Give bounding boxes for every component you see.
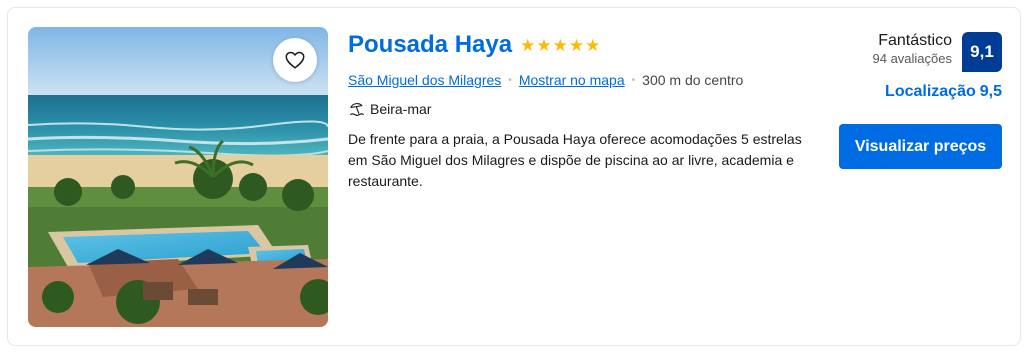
- heart-icon: [285, 51, 305, 69]
- property-photo[interactable]: [28, 27, 328, 327]
- star-icon: ★: [585, 35, 601, 55]
- review-score[interactable]: Fantástico 94 avaliações 9,1: [873, 32, 1002, 72]
- location-row: São Miguel dos Milagres • Mostrar no map…: [348, 72, 818, 88]
- star-icon: ★: [552, 35, 568, 55]
- beachfront-label: Beira-mar: [370, 101, 432, 117]
- see-prices-button[interactable]: Visualizar preços: [839, 124, 1002, 169]
- beach-umbrella-icon: [349, 103, 365, 116]
- review-count: 94 avaliações: [872, 51, 953, 66]
- star-icon: ★: [520, 35, 536, 55]
- property-title-link[interactable]: Pousada Haya: [348, 31, 512, 59]
- review-score-badge: 9,1: [962, 32, 1002, 72]
- distance-from-center: 300 m do centro: [642, 72, 744, 88]
- review-score-text: Fantástico 94 avaliações: [873, 32, 953, 67]
- location-score: Localização 9,5: [885, 83, 1002, 101]
- save-to-favorites-button[interactable]: [273, 38, 317, 82]
- separator-dot: •: [508, 74, 512, 86]
- property-info: Pousada Haya ★ ★ ★ ★ ★ São Miguel dos Mi…: [348, 30, 818, 192]
- location-score-label: Localização: [885, 83, 976, 100]
- star-icon: ★: [536, 35, 552, 55]
- title-row: Pousada Haya ★ ★ ★ ★ ★: [348, 30, 818, 60]
- show-on-map-link[interactable]: Mostrar no mapa: [519, 72, 625, 88]
- review-word: Fantástico: [878, 32, 952, 49]
- city-link[interactable]: São Miguel dos Milagres: [348, 72, 501, 88]
- property-card: Pousada Haya ★ ★ ★ ★ ★ São Miguel dos Mi…: [7, 7, 1021, 346]
- star-rating: ★ ★ ★ ★ ★: [520, 37, 600, 54]
- location-score-value: 9,5: [979, 83, 1002, 100]
- property-description: De frente para a praia, a Pousada Haya o…: [348, 131, 802, 189]
- separator-dot: •: [631, 74, 636, 86]
- beachfront-feature: Beira-mar: [348, 100, 818, 118]
- star-icon: ★: [568, 35, 585, 55]
